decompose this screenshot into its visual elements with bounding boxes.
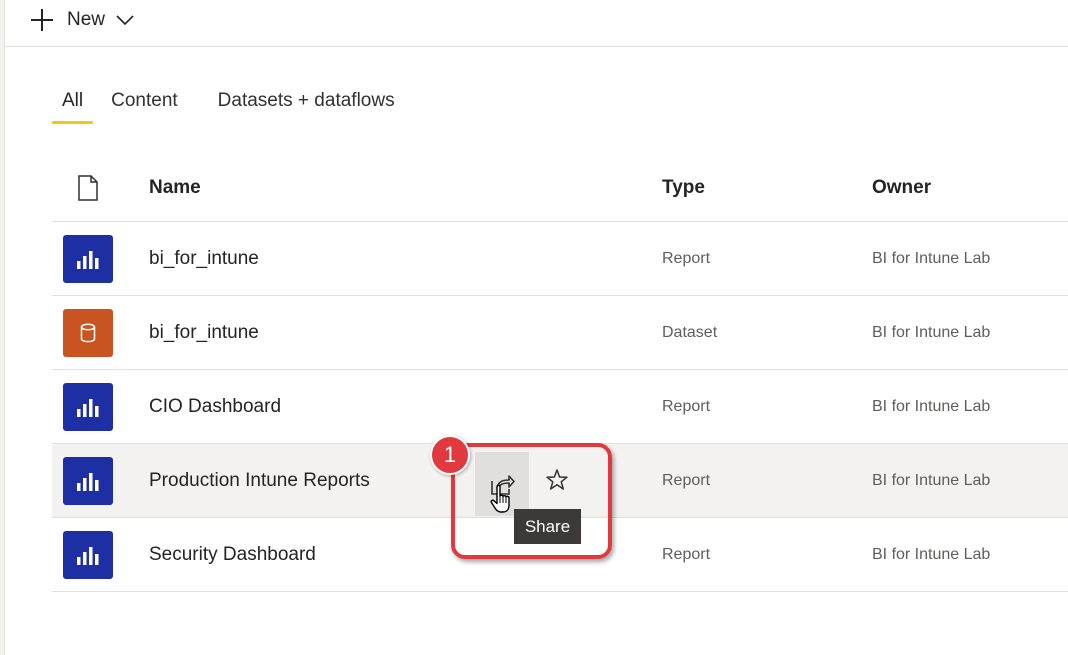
table-row[interactable]: CIO Dashboard Report BI for Intune Lab — [52, 370, 1068, 444]
item-owner: BI for Intune Lab — [872, 323, 991, 341]
table-header: Name Type Owner — [52, 155, 1068, 222]
new-button[interactable]: New — [29, 6, 134, 34]
item-owner: BI for Intune Lab — [872, 249, 991, 267]
item-owner: BI for Intune Lab — [872, 397, 991, 415]
tab-all[interactable]: All — [52, 86, 94, 124]
column-header-owner[interactable]: Owner — [872, 155, 931, 221]
item-type: Report — [662, 471, 711, 489]
document-icon — [78, 175, 98, 201]
table-row[interactable]: bi_for_intune Report BI for Intune Lab — [52, 222, 1068, 296]
item-name-link[interactable]: bi_for_intune — [149, 296, 259, 369]
item-type: Report — [662, 397, 711, 415]
new-button-label: New — [67, 9, 106, 30]
item-type: Report — [662, 545, 711, 563]
plus-icon — [31, 9, 53, 31]
step-number-badge: 1 — [430, 435, 470, 475]
report-chart-icon — [63, 456, 113, 505]
content-tabs: All Content Datasets + dataflows — [52, 86, 435, 126]
table-row[interactable]: bi_for_intune Dataset BI for Intune Lab — [52, 296, 1068, 370]
hand-pointer-cursor-icon — [490, 484, 510, 513]
item-type: Dataset — [662, 323, 718, 341]
dataset-cylinder-icon — [63, 308, 113, 357]
item-name-link[interactable]: Production Intune Reports — [149, 444, 370, 517]
item-name-link[interactable]: bi_for_intune — [149, 222, 259, 295]
item-name-link[interactable]: Security Dashboard — [149, 518, 316, 591]
item-owner: BI for Intune Lab — [872, 545, 991, 563]
item-name-link[interactable]: CIO Dashboard — [149, 370, 281, 443]
report-chart-icon — [63, 234, 113, 283]
tab-content[interactable]: Content — [111, 86, 178, 124]
item-type: Report — [662, 249, 711, 267]
tab-datasets-dataflows[interactable]: Datasets + dataflows — [218, 86, 395, 124]
column-header-type[interactable]: Type — [662, 155, 705, 221]
item-owner: BI for Intune Lab — [872, 471, 991, 489]
report-chart-icon — [63, 382, 113, 431]
report-chart-icon — [63, 530, 113, 579]
column-header-name[interactable]: Name — [149, 155, 201, 221]
chevron-down-icon[interactable] — [116, 14, 134, 26]
share-tooltip: Share — [514, 509, 581, 544]
left-nav-edge — [0, 0, 5, 655]
toolbar: New — [5, 0, 1068, 47]
